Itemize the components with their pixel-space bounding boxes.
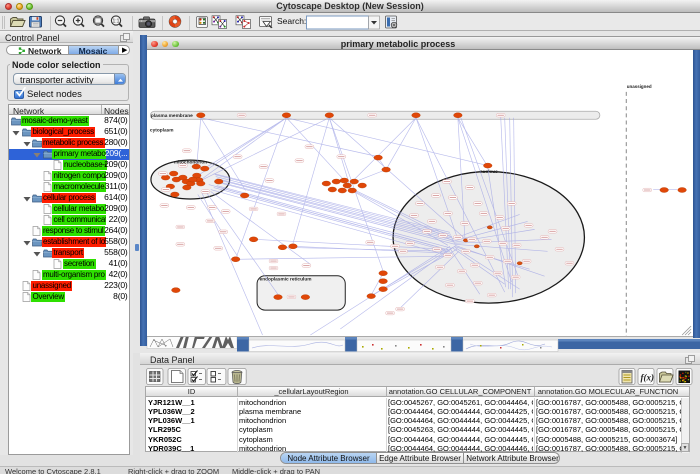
svg-text:1:1: 1:1 (113, 18, 120, 24)
svg-text:unassigned: unassigned (627, 84, 652, 89)
svg-text:f(x): f(x) (641, 373, 655, 383)
svg-text:plasma membrane: plasma membrane (151, 113, 193, 119)
svg-text:Search:: Search: (277, 16, 306, 26)
svg-text:cytoplasm: cytoplasm (150, 128, 174, 134)
